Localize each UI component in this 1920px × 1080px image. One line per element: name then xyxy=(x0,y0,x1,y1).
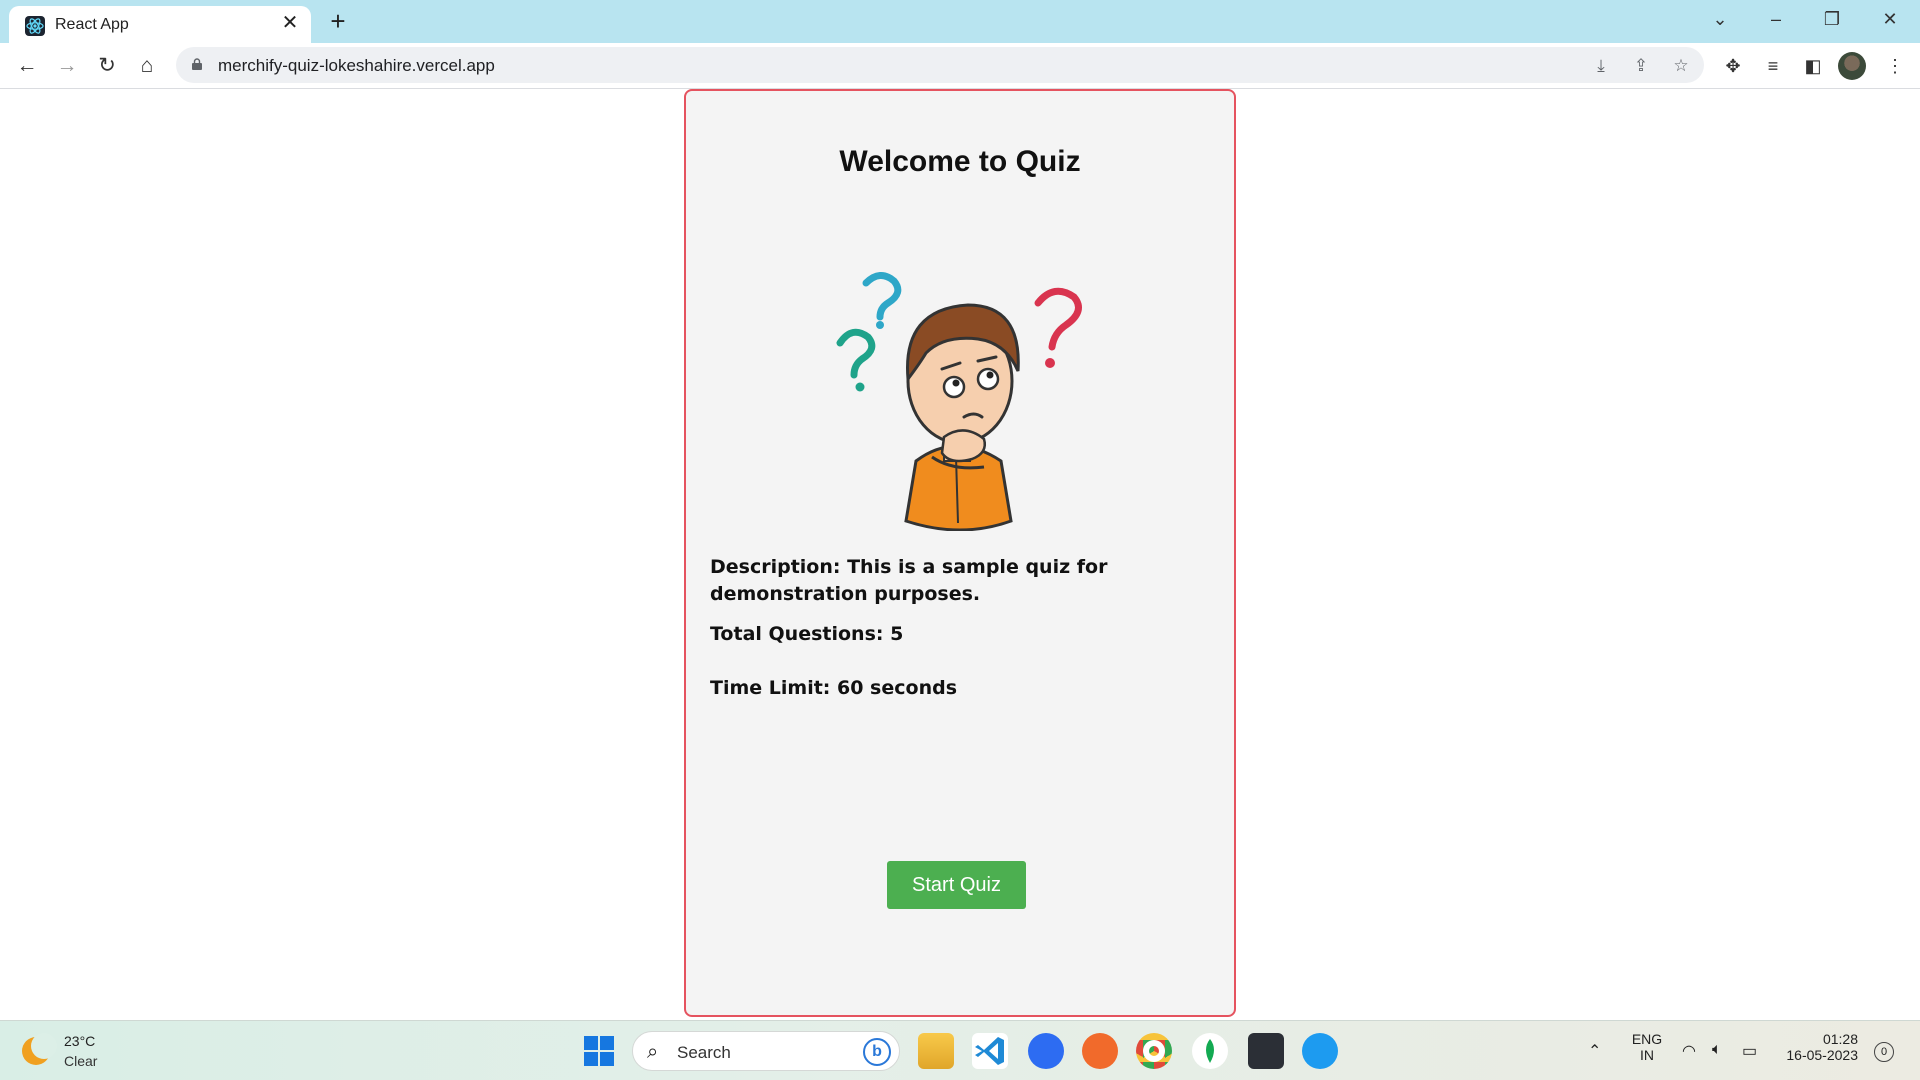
tab-title: React App xyxy=(55,16,129,33)
address-bar[interactable]: merchify-quiz-lokeshahire.vercel.app ⤓ ⇪… xyxy=(176,47,1704,83)
quiz-description: Description: This is a sample quiz for d… xyxy=(710,556,1108,605)
share-icon[interactable]: ⇪ xyxy=(1628,53,1654,79)
browser-toolbar: ← → ↻ ⌂ merchify-quiz-lokeshahire.vercel… xyxy=(0,43,1920,89)
weather-condition: Clear xyxy=(64,1053,98,1069)
battery-icon[interactable]: ▭ xyxy=(1742,1041,1757,1061)
clock-date: 16-05-2023 xyxy=(1786,1047,1858,1063)
windows-taskbar: 23°C Clear ⌕ Search b ⌃ ENG IN ◠ 🔈︎ ▭ 01… xyxy=(0,1020,1920,1080)
quiz-time-limit: Time Limit: 60 seconds xyxy=(710,677,957,699)
page-viewport: Welcome to Quiz Description: This is a s… xyxy=(0,89,1920,1020)
extensions-puzzle-icon[interactable]: ✥ xyxy=(1718,51,1748,81)
browser-tab[interactable]: React App ✕ xyxy=(9,6,311,43)
show-hidden-icons-chevron-icon[interactable]: ⌃ xyxy=(1588,1041,1601,1061)
language-indicator[interactable]: ENG IN xyxy=(1630,1031,1664,1063)
windows-start-icon[interactable] xyxy=(584,1036,614,1066)
bing-icon[interactable]: b xyxy=(863,1038,891,1066)
moon-icon xyxy=(22,1033,57,1065)
forward-arrow-icon[interactable]: → xyxy=(52,51,82,81)
chrome-icon[interactable] xyxy=(1136,1033,1172,1069)
postman-icon[interactable] xyxy=(1082,1033,1118,1069)
reading-list-icon[interactable]: ≡ xyxy=(1758,51,1788,81)
home-icon[interactable]: ⌂ xyxy=(132,51,162,81)
volume-icon[interactable]: 🔈︎ xyxy=(1712,1041,1722,1059)
search-icon: ⌕ xyxy=(647,1041,659,1063)
wifi-icon[interactable]: ◠ xyxy=(1682,1041,1696,1061)
restore-button[interactable]: ❐ xyxy=(1812,4,1852,34)
install-app-icon[interactable]: ⤓ xyxy=(1588,53,1614,79)
zoom-icon[interactable] xyxy=(1028,1033,1064,1069)
lock-icon xyxy=(192,58,202,70)
search-label: Search xyxy=(677,1043,731,1062)
tab-close-icon[interactable]: ✕ xyxy=(279,12,301,34)
menu-kebab-icon[interactable]: ⋮ xyxy=(1880,51,1910,81)
quiz-welcome-card: Welcome to Quiz Description: This is a s… xyxy=(684,89,1236,1017)
clock-time: 01:28 xyxy=(1822,1031,1858,1047)
url-text: merchify-quiz-lokeshahire.vercel.app xyxy=(218,56,495,75)
side-panel-icon[interactable]: ◧ xyxy=(1798,51,1828,81)
language-secondary: IN xyxy=(1640,1047,1654,1063)
page-title: Welcome to Quiz xyxy=(839,145,1081,178)
bookmark-star-icon[interactable]: ☆ xyxy=(1668,53,1694,79)
quiz-total-questions: Total Questions: 5 xyxy=(710,623,904,645)
browser-tabstrip: React App ✕ + ⌄ – ❐ ✕ xyxy=(0,0,1920,43)
taskbar-search-box[interactable]: ⌕ Search b xyxy=(632,1031,900,1071)
reload-icon[interactable]: ↻ xyxy=(92,51,122,81)
notification-badge[interactable]: 0 xyxy=(1874,1042,1894,1062)
language-primary: ENG xyxy=(1631,1031,1663,1047)
terminal-icon[interactable] xyxy=(1248,1033,1284,1069)
new-tab-button[interactable]: + xyxy=(324,8,352,36)
clock[interactable]: 01:28 16-05-2023 xyxy=(1774,1031,1858,1063)
file-explorer-icon[interactable] xyxy=(918,1033,954,1069)
close-window-button[interactable]: ✕ xyxy=(1870,4,1910,34)
twitter-icon[interactable] xyxy=(1302,1033,1338,1069)
tab-search-chevron-icon[interactable]: ⌄ xyxy=(1700,4,1740,34)
thinking-boy-illustration xyxy=(836,272,1082,531)
minimize-button[interactable]: – xyxy=(1756,4,1796,34)
vscode-icon[interactable] xyxy=(972,1033,1008,1069)
weather-temperature: 23°C xyxy=(64,1033,96,1049)
react-favicon-icon xyxy=(25,16,45,36)
back-arrow-icon[interactable]: ← xyxy=(12,51,42,81)
profile-avatar[interactable] xyxy=(1838,52,1866,80)
mongodb-icon[interactable] xyxy=(1192,1033,1228,1069)
start-quiz-button[interactable]: Start Quiz xyxy=(887,861,1026,909)
